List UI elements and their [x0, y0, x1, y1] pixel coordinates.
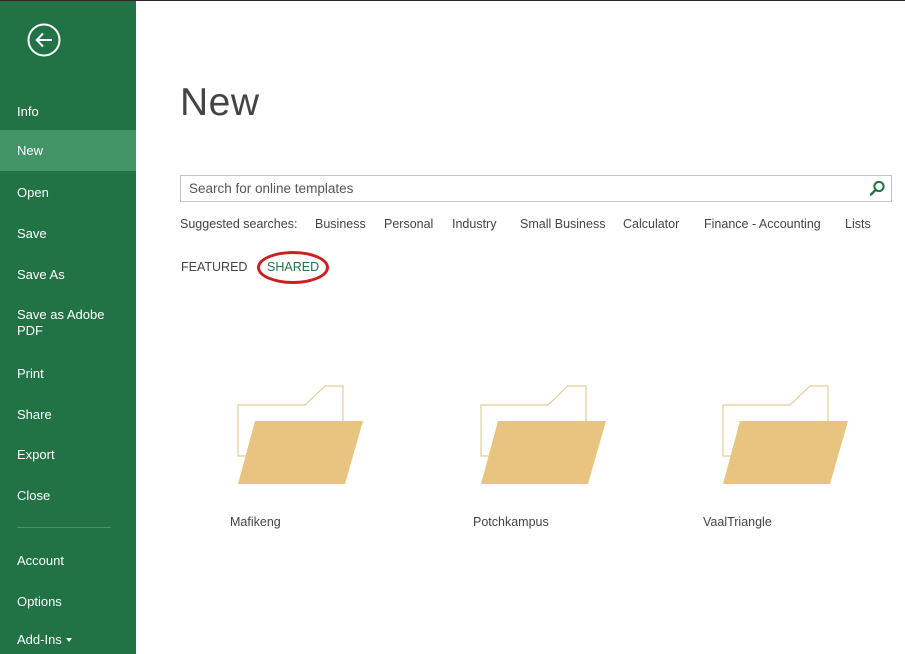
sidebar-item-new[interactable]: New [0, 130, 136, 171]
sidebar-item-label: New [17, 143, 44, 158]
sidebar-item-label: Options [17, 593, 62, 609]
sidebar-item-account[interactable]: Account [0, 543, 136, 577]
sidebar-item-label: Share [17, 406, 52, 422]
sidebar-item-options[interactable]: Options [0, 584, 136, 618]
sidebar-item-label: Print [17, 365, 44, 381]
suggested-link-lists[interactable]: Lists [845, 217, 871, 231]
suggested-searches-label: Suggested searches: [180, 217, 298, 231]
suggested-link-industry[interactable]: Industry [452, 217, 496, 231]
search-icon[interactable] [869, 180, 886, 197]
sidebar-item-save-as-adobe-pdf[interactable]: Save as Adobe PDF [0, 301, 136, 345]
sidebar-item-open[interactable]: Open [0, 175, 136, 209]
suggested-link-finance-accounting[interactable]: Finance - Accounting [704, 217, 821, 231]
suggested-link-business[interactable]: Business [315, 217, 366, 231]
folder-label: VaalTriangle [703, 515, 772, 529]
folder-icon [722, 385, 848, 484]
tab-featured[interactable]: FEATURED [181, 260, 247, 274]
sidebar-item-label: Save [17, 225, 47, 241]
sidebar-item-label: Close [17, 487, 51, 503]
folder-tile-potchkampus[interactable]: Potchkampus [473, 381, 633, 551]
sidebar-item-label: Export [17, 446, 55, 462]
back-arrow-icon [27, 23, 61, 57]
sidebar-item-label: Open [17, 184, 49, 200]
folder-icon [480, 385, 606, 484]
sidebar-item-add-ins[interactable]: Add-Ins [0, 624, 136, 654]
back-button[interactable] [27, 23, 61, 57]
sidebar-item-label: Account [17, 552, 64, 568]
backstage-view: Info New Open Save Save As Save as Adobe… [0, 0, 905, 654]
sidebar-item-label: Info [17, 103, 39, 119]
suggested-link-personal[interactable]: Personal [384, 217, 433, 231]
page-title: New [180, 81, 260, 124]
suggested-link-calculator[interactable]: Calculator [623, 217, 679, 231]
folder-icon [237, 385, 363, 484]
search-input[interactable] [189, 176, 849, 201]
folder-tile-vaaltriangle[interactable]: VaalTriangle [703, 381, 875, 551]
sidebar-item-label: Save As [17, 266, 65, 282]
sidebar-item-label: Save as Adobe PDF [17, 307, 105, 338]
sidebar-divider [17, 527, 111, 528]
sidebar-item-print[interactable]: Print [0, 356, 136, 390]
folder-label: Potchkampus [473, 515, 549, 529]
sidebar-item-info[interactable]: Info [0, 94, 136, 128]
sidebar-item-close[interactable]: Close [0, 478, 136, 512]
folder-label: Mafikeng [230, 515, 281, 529]
sidebar-item-share[interactable]: Share [0, 397, 136, 431]
suggested-link-small-business[interactable]: Small Business [520, 217, 605, 231]
template-search-box [180, 175, 892, 202]
sidebar-item-label: Add-Ins [17, 631, 62, 647]
sidebar-item-save-as[interactable]: Save As [0, 257, 136, 291]
sidebar-item-export[interactable]: Export [0, 437, 136, 471]
tab-shared[interactable]: SHARED [267, 260, 319, 274]
dropdown-caret-icon [65, 638, 72, 642]
sidebar-item-save[interactable]: Save [0, 216, 136, 250]
backstage-sidebar: Info New Open Save Save As Save as Adobe… [0, 1, 136, 654]
folder-tile-mafikeng[interactable]: Mafikeng [230, 381, 390, 551]
